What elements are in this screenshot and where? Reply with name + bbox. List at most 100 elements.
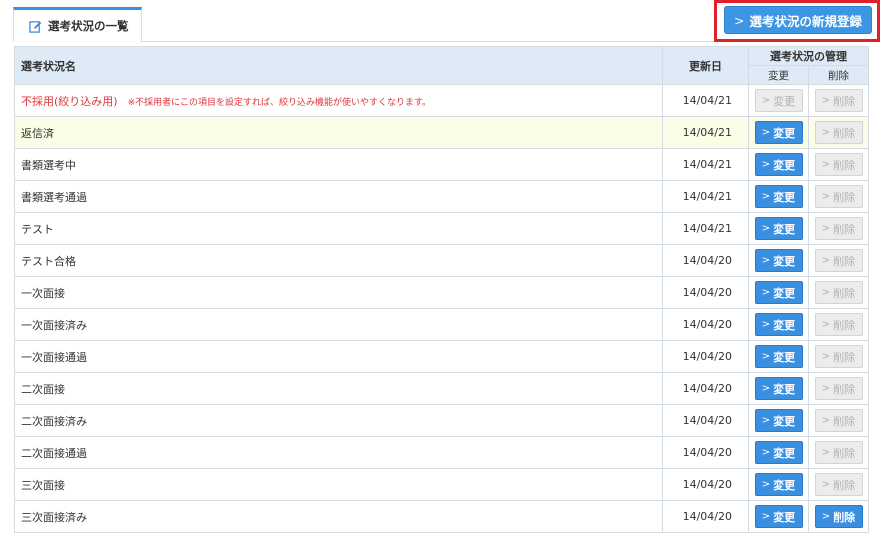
updated-date: 14/04/21 xyxy=(662,148,749,181)
updated-date: 14/04/21 xyxy=(662,116,749,149)
chevron-right-icon: > xyxy=(821,191,831,202)
edit-button[interactable]: > 変更 xyxy=(754,217,803,240)
edit-button-label: 変更 xyxy=(773,382,796,396)
delete-button[interactable]: > 削除 xyxy=(814,185,863,208)
status-name-cell: 書類選考中 xyxy=(14,148,663,181)
delete-button[interactable]: > 削除 xyxy=(814,473,863,496)
status-table: 選考状況名 更新日 選考状況の管理 変更 削除 不採用(絞り込み用) ※不採用者に… xyxy=(14,46,869,533)
column-header-delete: 削除 xyxy=(808,65,869,85)
table-row: 三次面接済み 14/04/20 > 変更 > 削除 xyxy=(14,500,869,533)
chevron-right-icon: > xyxy=(821,127,831,138)
chevron-right-icon: > xyxy=(761,351,771,362)
chevron-right-icon: > xyxy=(761,511,771,522)
delete-button-label: 削除 xyxy=(833,222,856,236)
status-name: 書類選考通過 xyxy=(21,190,87,204)
delete-cell: > 削除 xyxy=(808,148,869,181)
edit-button[interactable]: > 変更 xyxy=(754,249,803,272)
edit-button[interactable]: > 変更 xyxy=(754,505,803,528)
delete-cell: > 削除 xyxy=(808,340,869,373)
chevron-right-icon: > xyxy=(821,319,831,330)
edit-button[interactable]: > 変更 xyxy=(754,377,803,400)
edit-cell: > 変更 xyxy=(748,244,809,277)
updated-date: 14/04/20 xyxy=(662,500,749,533)
edit-button-label: 変更 xyxy=(773,350,796,364)
delete-button[interactable]: > 削除 xyxy=(814,217,863,240)
status-name-cell: 二次面接通過 xyxy=(14,436,663,469)
edit-button[interactable]: > 変更 xyxy=(754,313,803,336)
status-rows: 不採用(絞り込み用) ※不採用者にこの項目を設定すれば、絞り込み機能が使いやすくな… xyxy=(14,84,869,533)
edit-button[interactable]: > 変更 xyxy=(754,281,803,304)
edit-button[interactable]: > 変更 xyxy=(754,89,803,112)
new-status-button[interactable]: > 選考状況の新規登録 xyxy=(724,6,872,34)
chevron-right-icon: > xyxy=(761,95,771,106)
chevron-right-icon: > xyxy=(761,319,771,330)
delete-button[interactable]: > 削除 xyxy=(814,345,863,368)
chevron-right-icon: > xyxy=(821,415,831,426)
delete-button[interactable]: > 削除 xyxy=(814,89,863,112)
delete-button[interactable]: > 削除 xyxy=(814,441,863,464)
edit-cell: > 変更 xyxy=(748,340,809,373)
chevron-right-icon: > xyxy=(821,223,831,234)
delete-button-label: 削除 xyxy=(833,94,856,108)
delete-button[interactable]: > 削除 xyxy=(814,409,863,432)
edit-cell: > 変更 xyxy=(748,148,809,181)
table-row: 書類選考中 14/04/21 > 変更 > 削除 xyxy=(14,148,869,181)
chevron-right-icon: > xyxy=(761,287,771,298)
delete-cell: > 削除 xyxy=(808,500,869,533)
status-name-cell: 二次面接済み xyxy=(14,404,663,437)
status-name-cell: 一次面接 xyxy=(14,276,663,309)
chevron-right-icon: > xyxy=(821,95,831,106)
delete-button[interactable]: > 削除 xyxy=(814,281,863,304)
updated-date: 14/04/21 xyxy=(662,180,749,213)
delete-button-label: 削除 xyxy=(833,254,856,268)
delete-button-label: 削除 xyxy=(833,318,856,332)
edit-button[interactable]: > 変更 xyxy=(754,185,803,208)
edit-button-label: 変更 xyxy=(773,318,796,332)
edit-cell: > 変更 xyxy=(748,468,809,501)
updated-date: 14/04/20 xyxy=(662,468,749,501)
chevron-right-icon: > xyxy=(821,287,831,298)
chevron-right-icon: > xyxy=(761,479,771,490)
edit-button[interactable]: > 変更 xyxy=(754,121,803,144)
delete-button-label: 削除 xyxy=(833,414,856,428)
delete-button[interactable]: > 削除 xyxy=(814,505,863,528)
table-row: 返信済 14/04/21 > 変更 > 削除 xyxy=(14,116,869,149)
status-name: 一次面接済み xyxy=(21,318,87,332)
updated-date: 14/04/20 xyxy=(662,276,749,309)
edit-button[interactable]: > 変更 xyxy=(754,473,803,496)
updated-date: 14/04/20 xyxy=(662,340,749,373)
delete-button-label: 削除 xyxy=(833,158,856,172)
table-row: テスト合格 14/04/20 > 変更 > 削除 xyxy=(14,244,869,277)
status-name-cell: 二次面接 xyxy=(14,372,663,405)
status-name-cell: テスト合格 xyxy=(14,244,663,277)
table-row: 不採用(絞り込み用) ※不採用者にこの項目を設定すれば、絞り込み機能が使いやすくな… xyxy=(14,84,869,117)
chevron-right-icon: > xyxy=(821,511,831,522)
table-row: 書類選考通過 14/04/21 > 変更 > 削除 xyxy=(14,180,869,213)
status-name-cell: 一次面接済み xyxy=(14,308,663,341)
delete-cell: > 削除 xyxy=(808,116,869,149)
delete-cell: > 削除 xyxy=(808,372,869,405)
status-name-cell: 三次面接 xyxy=(14,468,663,501)
edit-button[interactable]: > 変更 xyxy=(754,441,803,464)
delete-button[interactable]: > 削除 xyxy=(814,313,863,336)
status-name-cell: 返信済 xyxy=(14,116,663,149)
tab-status-list[interactable]: 選考状況の一覧 xyxy=(13,7,142,42)
status-name: 二次面接 xyxy=(21,382,65,396)
edit-button[interactable]: > 変更 xyxy=(754,153,803,176)
delete-button[interactable]: > 削除 xyxy=(814,249,863,272)
delete-button[interactable]: > 削除 xyxy=(814,153,863,176)
status-name: 一次面接通過 xyxy=(21,350,87,364)
edit-button[interactable]: > 変更 xyxy=(754,409,803,432)
delete-cell: > 削除 xyxy=(808,276,869,309)
delete-button[interactable]: > 削除 xyxy=(814,121,863,144)
delete-button[interactable]: > 削除 xyxy=(814,377,863,400)
status-name: 一次面接 xyxy=(21,286,65,300)
delete-button-label: 削除 xyxy=(833,510,856,524)
chevron-right-icon: > xyxy=(821,159,831,170)
chevron-right-icon: > xyxy=(734,12,745,28)
chevron-right-icon: > xyxy=(761,223,771,234)
delete-button-label: 削除 xyxy=(833,350,856,364)
delete-button-label: 削除 xyxy=(833,446,856,460)
edit-button[interactable]: > 変更 xyxy=(754,345,803,368)
edit-cell: > 変更 xyxy=(748,116,809,149)
